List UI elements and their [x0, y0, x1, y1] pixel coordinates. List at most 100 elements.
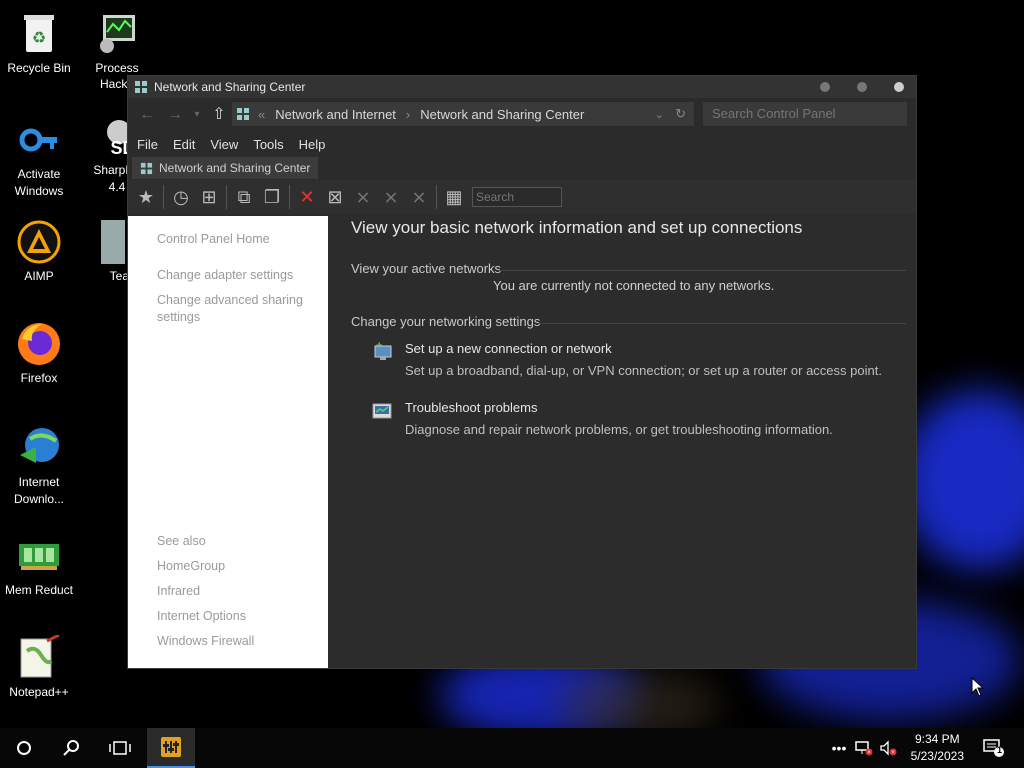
breadcrumb-network-sharing-center[interactable]: Network and Sharing Center — [420, 107, 584, 122]
section-divider — [538, 323, 906, 324]
action-center-button[interactable]: 1 — [980, 728, 1008, 768]
windows-button[interactable]: ⊞ — [195, 183, 223, 211]
start-button[interactable] — [8, 728, 40, 768]
left-pane: Control Panel Home Change adapter settin… — [128, 216, 328, 668]
troubleshoot-icon — [372, 403, 392, 419]
menu-tools[interactable]: Tools — [253, 137, 283, 152]
toolbar: ★ ◷ ⊞ ⧉ ❐ ✕ ⊠ ⨯ ⨯ ⨯ ▦ — [128, 180, 916, 214]
network-tray-button[interactable]: × — [853, 728, 875, 768]
toolbar-divider — [436, 185, 437, 209]
toolbar-divider — [289, 185, 290, 209]
show-hidden-icons-button[interactable]: ••• — [828, 728, 850, 768]
task-view-icon — [109, 741, 131, 755]
search-icon — [63, 740, 79, 756]
cascade-button[interactable]: ❐ — [258, 183, 286, 211]
homegroup-link[interactable]: HomeGroup — [157, 558, 225, 575]
move-window-icon: ⧉ — [237, 186, 251, 207]
close-all-icon: ⨯ — [355, 186, 371, 207]
favorites-button[interactable]: ★ — [132, 183, 160, 211]
taskbar-app-control-panel[interactable] — [147, 728, 195, 768]
internet-options-link[interactable]: Internet Options — [157, 608, 246, 625]
start-icon — [17, 741, 31, 755]
view-options-button[interactable]: ▦ — [440, 183, 468, 211]
desktop-icon-notepad-plus-plus[interactable]: Notepad++ — [0, 634, 79, 701]
back-button[interactable]: ← — [136, 104, 158, 126]
aimp-icon — [15, 218, 63, 266]
address-bar[interactable]: « Network and Internet › Network and Sha… — [232, 102, 694, 126]
infrared-link[interactable]: Infrared — [157, 583, 200, 600]
close-left-button[interactable]: ⨯ — [377, 183, 405, 211]
content-area: Control Panel Home Change adapter settin… — [128, 216, 916, 668]
chevron-down-icon[interactable]: ⌄ — [655, 108, 664, 121]
see-also-heading: See also — [157, 534, 206, 548]
windows-firewall-link[interactable]: Windows Firewall — [157, 633, 254, 650]
desktop-icon-aimp[interactable]: AIMP — [0, 218, 79, 285]
minimize-button[interactable] — [820, 82, 830, 92]
menu-view[interactable]: View — [210, 137, 238, 152]
desktop-icon-recycle-bin[interactable]: ♻ Recycle Bin — [0, 10, 79, 77]
close-left-icon: ⨯ — [383, 186, 399, 207]
control-panel-icon — [161, 737, 181, 757]
arrow-up-icon: ⇧ — [212, 106, 226, 123]
maximize-button[interactable] — [857, 82, 867, 92]
close-all-button[interactable]: ⨯ — [349, 183, 377, 211]
toolbar-divider — [226, 185, 227, 209]
move-button[interactable]: ⧉ — [230, 183, 258, 211]
setup-connection-link[interactable]: Set up a new connection or network — [405, 341, 612, 356]
close-icon: ✕ — [299, 186, 315, 207]
breadcrumb-overflow[interactable]: « — [258, 107, 265, 122]
close-button[interactable] — [894, 82, 904, 92]
close-tab-button[interactable]: ✕ — [293, 183, 321, 211]
change-advanced-sharing-link[interactable]: Change advanced sharing settings — [157, 292, 317, 326]
menu-help[interactable]: Help — [299, 137, 326, 152]
teamviewer-icon — [85, 218, 133, 266]
network-disconnected-icon: × — [855, 741, 873, 756]
clock-time: 9:34 PM — [914, 732, 960, 746]
more-icon: ••• — [831, 740, 847, 756]
tab-network-sharing-center[interactable]: Network and Sharing Center — [132, 157, 319, 179]
menu-edit[interactable]: Edit — [173, 137, 195, 152]
up-button[interactable]: ⇧ — [208, 104, 230, 126]
arrow-right-icon: → — [167, 106, 183, 123]
close-window-button[interactable]: ⊠ — [321, 183, 349, 211]
desktop-icon-firefox[interactable]: Firefox — [0, 320, 79, 387]
internet-download-manager-icon — [15, 424, 63, 472]
network-sharing-center-window[interactable]: Network and Sharing Center ← → ▾ ⇧ « Net… — [127, 75, 917, 669]
clock-icon: ◷ — [173, 186, 189, 207]
desktop-icon-mem-reduct[interactable]: Mem Reduct — [0, 532, 79, 599]
firefox-icon — [15, 320, 63, 368]
task-view-button[interactable] — [104, 728, 136, 768]
mouse-cursor-icon — [971, 677, 985, 697]
svg-text:×: × — [891, 750, 895, 756]
volume-tray-button[interactable]: × — [877, 728, 899, 768]
troubleshoot-problems-link[interactable]: Troubleshoot problems — [405, 400, 537, 415]
toolbar-search-input[interactable] — [472, 187, 562, 207]
refresh-icon[interactable]: ↻ — [675, 106, 686, 122]
tab-label: Network and Sharing Center — [159, 161, 311, 175]
chevron-right-icon: › — [405, 106, 411, 122]
desktop-icon-internet-download-manager[interactable]: Internet Downlo... — [0, 424, 79, 508]
control-panel-home-link[interactable]: Control Panel Home — [157, 231, 270, 248]
networking-settings-heading: Change your networking settings — [351, 314, 541, 329]
notepad-plus-plus-icon — [15, 634, 63, 682]
search-control-panel-input[interactable] — [703, 102, 907, 126]
volume-muted-icon: × — [880, 740, 897, 756]
history-button[interactable]: ◷ — [167, 183, 195, 211]
forward-button[interactable]: → — [164, 104, 186, 126]
setup-connection-description: Set up a broadband, dial-up, or VPN conn… — [405, 363, 882, 378]
menu-file[interactable]: File — [137, 137, 158, 152]
system-clock[interactable]: 9:34 PM 5/23/2023 — [911, 731, 964, 765]
change-adapter-settings-link[interactable]: Change adapter settings — [157, 267, 293, 284]
network-icon — [140, 162, 153, 174]
search-button[interactable] — [56, 728, 88, 768]
breadcrumb-network-and-internet[interactable]: Network and Internet — [275, 107, 396, 122]
taskbar: ••• × × 9:34 PM 5/23/2023 1 — [0, 728, 1024, 768]
chevron-down-icon: ▾ — [194, 109, 200, 120]
title-bar[interactable]: Network and Sharing Center — [128, 76, 916, 98]
address-row: ← → ▾ ⇧ « Network and Internet › Network… — [128, 98, 916, 132]
close-right-button[interactable]: ⨯ — [405, 183, 433, 211]
recent-pages-button[interactable]: ▾ — [186, 104, 208, 126]
network-icon — [237, 108, 249, 120]
desktop-icon-activate-windows[interactable]: Activate Windows — [0, 116, 79, 200]
svg-text:♻: ♻ — [32, 30, 46, 47]
